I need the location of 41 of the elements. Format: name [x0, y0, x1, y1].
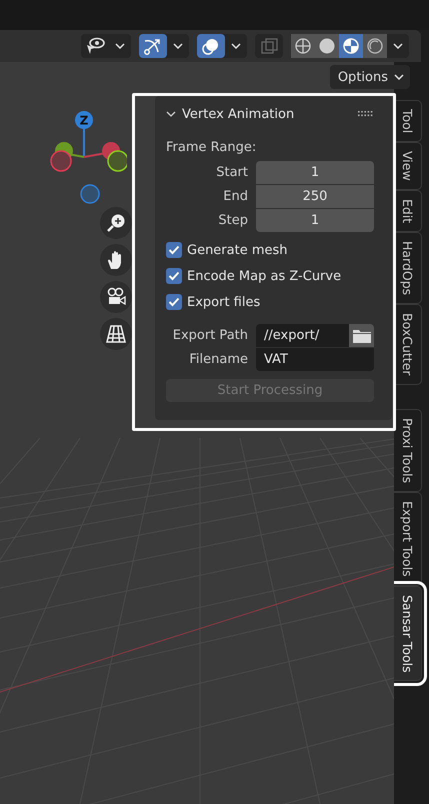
drag-handle-icon[interactable] — [358, 111, 374, 117]
sidebar-tab[interactable]: View — [394, 142, 422, 190]
solid-shading-button[interactable] — [315, 34, 339, 58]
checkbox[interactable] — [166, 242, 182, 258]
checkbox[interactable] — [166, 268, 182, 284]
checkbox-label: Generate mesh — [187, 242, 288, 258]
field-label: Filename — [188, 352, 248, 366]
filename-field[interactable]: VAT — [256, 348, 374, 371]
zoom-icon[interactable] — [100, 207, 132, 239]
frame-range-label: Frame Range: — [166, 140, 258, 155]
field-label: End — [222, 189, 248, 204]
checkbox-label: Export files — [187, 294, 260, 310]
wireframe-shading-button[interactable] — [291, 34, 315, 58]
checkbox[interactable] — [166, 294, 182, 310]
field-label: Step — [217, 213, 248, 228]
sidebar-tab[interactable]: Tool — [394, 100, 422, 142]
sidebar-tab[interactable]: HardOps — [394, 232, 422, 304]
sidebar-tab[interactable]: Proxi Tools — [394, 408, 422, 492]
grid-icon[interactable] — [100, 318, 132, 350]
number-field[interactable]: 1 — [256, 209, 374, 232]
overlay-toggle-button[interactable] — [197, 34, 225, 58]
options-dropdown[interactable]: Options — [330, 65, 410, 89]
number-field[interactable]: 250 — [256, 185, 374, 208]
field-label: Export Path — [172, 328, 248, 343]
export-path-field[interactable]: //export/ — [256, 324, 349, 347]
camera-icon[interactable] — [100, 281, 132, 313]
sidebar-tab[interactable]: BoxCutter — [394, 304, 422, 385]
hand-icon[interactable] — [100, 244, 132, 276]
sidebar-tab[interactable]: Export Tools — [394, 492, 422, 586]
gizmo-toggle-button[interactable] — [139, 34, 167, 58]
checkbox-label: Encode Map as Z-Curve — [187, 268, 342, 284]
material-shading-button[interactable] — [339, 34, 363, 58]
axis-gizmo[interactable]: Z — [37, 104, 127, 214]
expand-caret-icon[interactable] — [166, 110, 176, 118]
caret-icon — [394, 74, 404, 80]
field-label: Start — [215, 165, 248, 180]
rendered-shading-button[interactable] — [363, 34, 387, 58]
folder-icon[interactable] — [349, 324, 374, 347]
sidebar-tab[interactable]: Edit — [394, 190, 422, 232]
number-field[interactable]: 1 — [256, 161, 374, 184]
panel-title: Vertex Animation — [182, 106, 296, 122]
